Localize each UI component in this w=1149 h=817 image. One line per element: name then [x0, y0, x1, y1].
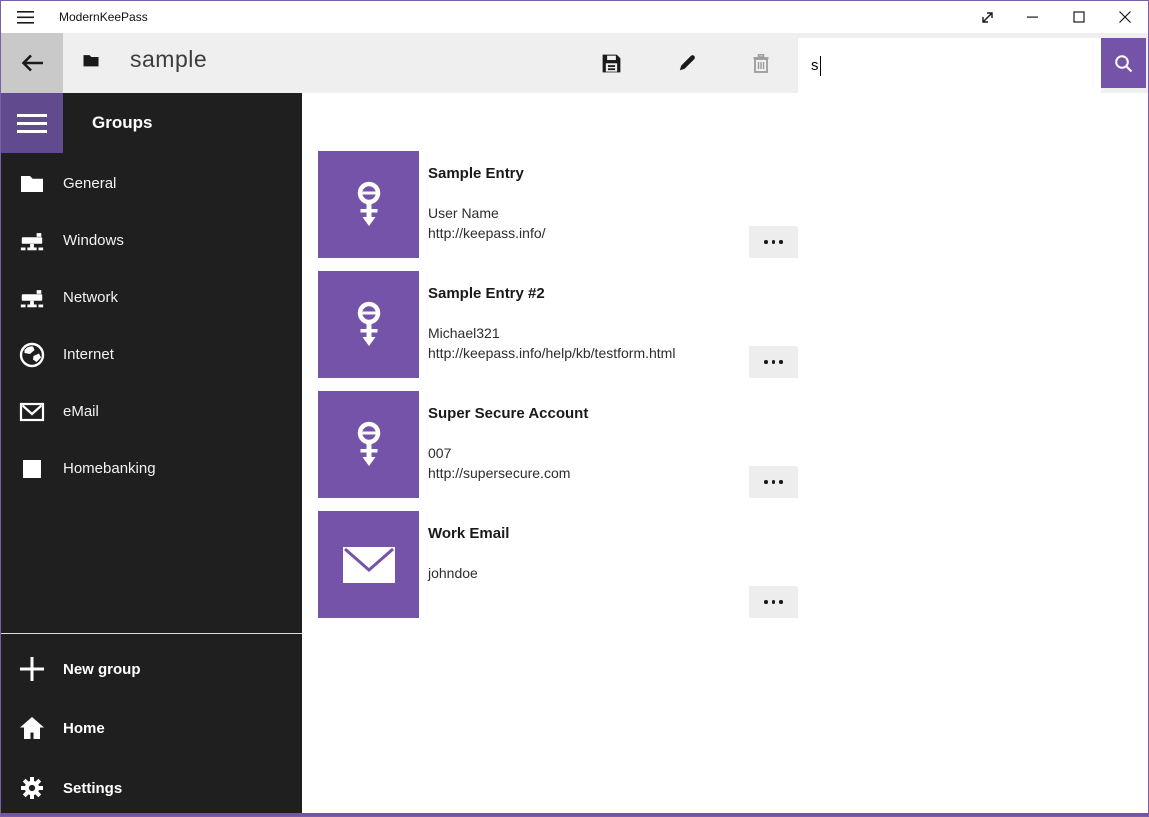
entry-tile	[318, 151, 419, 258]
entry-text: Sample Entry User Name http://keepass.in…	[419, 151, 546, 258]
search-input-value: s	[811, 57, 819, 74]
magnifier-icon	[1113, 53, 1134, 74]
sidebar-item-general[interactable]: General	[1, 155, 302, 212]
hamburger-icon	[17, 114, 47, 117]
entry-tile	[318, 271, 419, 378]
more-icon	[764, 480, 783, 484]
groups-header: Groups	[92, 93, 152, 153]
entry-row-super-secure-account[interactable]: Super Secure Account 007 http://supersec…	[318, 391, 588, 498]
sidebar-action-home[interactable]: Home	[1, 698, 302, 758]
maximize-icon	[1073, 11, 1085, 23]
back-button[interactable]	[1, 33, 63, 93]
entry-more-button[interactable]	[749, 346, 798, 378]
sidebar-item-label: Settings	[63, 780, 122, 797]
key-icon	[344, 180, 394, 230]
globe-icon	[1, 342, 63, 368]
entry-more-button[interactable]	[749, 226, 798, 258]
back-arrow-icon	[18, 49, 46, 77]
sidebar-action-new-group[interactable]: New group	[1, 639, 302, 699]
sidebar-item-network[interactable]: Network	[1, 269, 302, 326]
sidebar-item-internet[interactable]: Internet	[1, 326, 302, 383]
app-window: ModernKeePass	[0, 0, 1149, 817]
save-button[interactable]	[587, 39, 635, 87]
window-title: ModernKeePass	[59, 1, 148, 33]
maximize-button[interactable]	[1056, 1, 1102, 33]
sidebar-item-label: eMail	[63, 403, 99, 420]
entry-row-sample-entry-2[interactable]: Sample Entry #2 Michael321 http://keepas…	[318, 271, 675, 378]
folder-icon	[1, 172, 63, 195]
envelope-icon	[341, 543, 397, 587]
edit-pencil-icon	[676, 52, 698, 74]
more-icon	[764, 360, 783, 364]
minimize-button[interactable]	[1010, 1, 1056, 33]
delete-trash-icon	[750, 52, 772, 74]
sidebar-item-label: Home	[63, 720, 105, 737]
search-button[interactable]	[1101, 38, 1146, 88]
sidebar-item-label: Homebanking	[63, 460, 156, 477]
search-input[interactable]: s	[798, 38, 1101, 93]
text-caret	[820, 56, 822, 76]
entry-username: johndoe	[428, 563, 509, 583]
entry-url: http://keepass.info/help/kb/testform.htm…	[428, 343, 675, 363]
sidebar-item-label: New group	[63, 661, 141, 678]
network-icon	[1, 229, 63, 253]
fullscreen-icon	[980, 10, 995, 25]
entry-title: Super Secure Account	[428, 405, 588, 423]
gear-icon	[1, 775, 63, 801]
entry-text: Sample Entry #2 Michael321 http://keepas…	[419, 271, 675, 378]
sidebar-item-label: General	[63, 175, 116, 192]
entry-tile	[318, 391, 419, 498]
sidebar-action-settings[interactable]: Settings	[1, 758, 302, 817]
entry-title: Work Email	[428, 525, 509, 543]
envelope-icon	[1, 402, 63, 422]
titlebar: ModernKeePass	[1, 1, 1148, 33]
sidebar: Groups General Windows Network Internet	[1, 93, 302, 815]
fullscreen-button[interactable]	[964, 1, 1010, 33]
key-icon	[344, 300, 394, 350]
window-controls	[964, 1, 1148, 33]
hamburger-icon	[17, 11, 34, 24]
edit-button[interactable]	[663, 39, 711, 87]
entry-more-button[interactable]	[749, 586, 798, 618]
window-bottom-accent	[1, 813, 1148, 816]
more-icon	[764, 240, 783, 244]
entry-title: Sample Entry #2	[428, 285, 675, 303]
entry-row-sample-entry[interactable]: Sample Entry User Name http://keepass.in…	[318, 151, 546, 258]
entry-more-button[interactable]	[749, 466, 798, 498]
sidebar-item-label: Windows	[63, 232, 124, 249]
sidebar-item-label: Internet	[63, 346, 114, 363]
sidebar-item-email[interactable]: eMail	[1, 383, 302, 440]
entry-username: Michael321	[428, 323, 675, 343]
sidebar-hamburger-button[interactable]	[1, 93, 63, 153]
entry-row-work-email[interactable]: Work Email johndoe	[318, 511, 509, 618]
sidebar-separator	[1, 633, 302, 634]
save-icon	[600, 52, 623, 75]
entry-username: 007	[428, 443, 588, 463]
titlebar-hamburger-button[interactable]	[1, 1, 49, 33]
database-folder-icon	[82, 52, 100, 68]
plus-icon	[1, 655, 63, 683]
sidebar-item-label: Network	[63, 289, 118, 306]
sidebar-item-windows[interactable]: Windows	[1, 212, 302, 269]
minimize-icon	[1027, 11, 1039, 23]
sidebar-item-homebanking[interactable]: Homebanking	[1, 440, 302, 497]
entry-text: Super Secure Account 007 http://supersec…	[419, 391, 588, 498]
home-icon	[1, 715, 63, 741]
close-button[interactable]	[1102, 1, 1148, 33]
entry-url	[428, 583, 509, 603]
entry-tile	[318, 511, 419, 618]
close-icon	[1119, 11, 1131, 23]
square-icon	[1, 459, 63, 479]
entry-text: Work Email johndoe	[419, 511, 509, 618]
entry-username: User Name	[428, 203, 546, 223]
entry-url: http://supersecure.com	[428, 463, 588, 483]
entry-title: Sample Entry	[428, 165, 546, 183]
network-icon	[1, 286, 63, 310]
key-icon	[344, 420, 394, 470]
more-icon	[764, 600, 783, 604]
database-title: sample	[130, 46, 207, 73]
delete-button[interactable]	[737, 39, 785, 87]
entry-url: http://keepass.info/	[428, 223, 546, 243]
